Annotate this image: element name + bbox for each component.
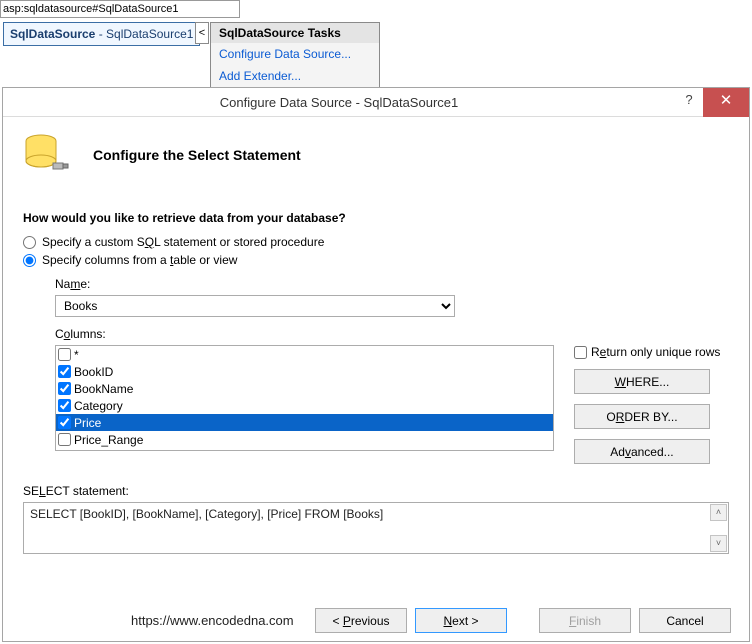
radio-custom-sql[interactable]: Specify a custom SQL statement or stored…	[23, 235, 729, 249]
wizard-heading: Configure the Select Statement	[93, 147, 301, 163]
control-id-label: - SqlDataSource1	[95, 27, 193, 41]
table-name-select[interactable]: Books	[55, 295, 455, 317]
column-label: Price_Range	[74, 433, 143, 447]
titlebar: Configure Data Source - SqlDataSource1 ?…	[3, 88, 749, 117]
select-statement-box: SELECT [BookID], [BookName], [Category],…	[23, 502, 729, 554]
smart-tag-toggle[interactable]: <	[195, 22, 209, 44]
column-label: BookName	[74, 382, 133, 396]
radio-columns-label: Specify columns from a table or view	[42, 253, 237, 267]
smart-tasks-menu: SqlDataSource Tasks Configure Data Sourc…	[210, 22, 380, 88]
return-unique-checkbox[interactable]: Return only unique rows	[574, 345, 729, 359]
scroll-up-icon[interactable]: ˄	[710, 504, 727, 521]
return-unique-label: Return only unique rows	[591, 345, 720, 359]
name-label: Name:	[55, 277, 729, 291]
control-type-label: SqlDataSource	[10, 27, 95, 41]
cancel-button[interactable]: Cancel	[639, 608, 731, 633]
columns-listbox[interactable]: * BookID BookName Category Price Price_Range	[55, 345, 554, 451]
radio-custom-sql-label: Specify a custom SQL statement or stored…	[42, 235, 324, 249]
column-checkbox[interactable]	[58, 348, 71, 361]
orderby-button[interactable]: ORDER BY...	[574, 404, 710, 429]
radio-columns[interactable]: Specify columns from a table or view	[23, 253, 729, 267]
column-label: BookID	[74, 365, 113, 379]
column-checkbox[interactable]	[58, 416, 71, 429]
help-button[interactable]: ?	[675, 92, 703, 112]
select-statement-text: SELECT [BookID], [BookName], [Category],…	[24, 503, 728, 525]
task-add-extender[interactable]: Add Extender...	[211, 65, 379, 87]
column-checkbox[interactable]	[58, 382, 71, 395]
column-item[interactable]: *	[56, 346, 553, 363]
column-item[interactable]: BookName	[56, 380, 553, 397]
column-item[interactable]: BookID	[56, 363, 553, 380]
task-configure-data-source[interactable]: Configure Data Source...	[211, 43, 379, 65]
configure-data-source-dialog: Configure Data Source - SqlDataSource1 ?…	[2, 87, 750, 642]
column-label: Category	[74, 399, 123, 413]
database-icon	[23, 133, 71, 177]
column-label: *	[74, 348, 79, 362]
return-unique-input[interactable]	[574, 346, 587, 359]
prompt-label: How would you like to retrieve data from…	[23, 211, 729, 225]
tasks-header: SqlDataSource Tasks	[211, 23, 379, 43]
column-checkbox[interactable]	[58, 399, 71, 412]
column-checkbox[interactable]	[58, 365, 71, 378]
where-button[interactable]: WHERE...	[574, 369, 710, 394]
dialog-title: Configure Data Source - SqlDataSource1	[3, 95, 675, 110]
statement-scrollbar[interactable]: ˄ ˅	[710, 504, 727, 552]
close-button[interactable]: ✕	[703, 88, 749, 117]
breadcrumb: asp:sqldatasource#SqlDataSource1	[0, 0, 240, 18]
previous-button[interactable]: < Previous	[315, 608, 407, 633]
advanced-button[interactable]: Advanced...	[574, 439, 710, 464]
radio-columns-input[interactable]	[23, 254, 36, 267]
column-item[interactable]: Category	[56, 397, 553, 414]
column-item[interactable]: Price	[56, 414, 553, 431]
column-label: Price	[74, 416, 107, 430]
column-item[interactable]: Price_Range	[56, 431, 553, 448]
columns-label: Columns:	[55, 327, 729, 341]
next-button[interactable]: Next >	[415, 608, 507, 633]
scroll-down-icon[interactable]: ˅	[710, 535, 727, 552]
watermark-text: https://www.encodedna.com	[131, 613, 294, 628]
designer-control[interactable]: SqlDataSource - SqlDataSource1	[3, 22, 200, 46]
radio-custom-sql-input[interactable]	[23, 236, 36, 249]
finish-button: Finish	[539, 608, 631, 633]
select-statement-label: SELECT statement:	[23, 484, 729, 498]
column-checkbox[interactable]	[58, 433, 71, 446]
